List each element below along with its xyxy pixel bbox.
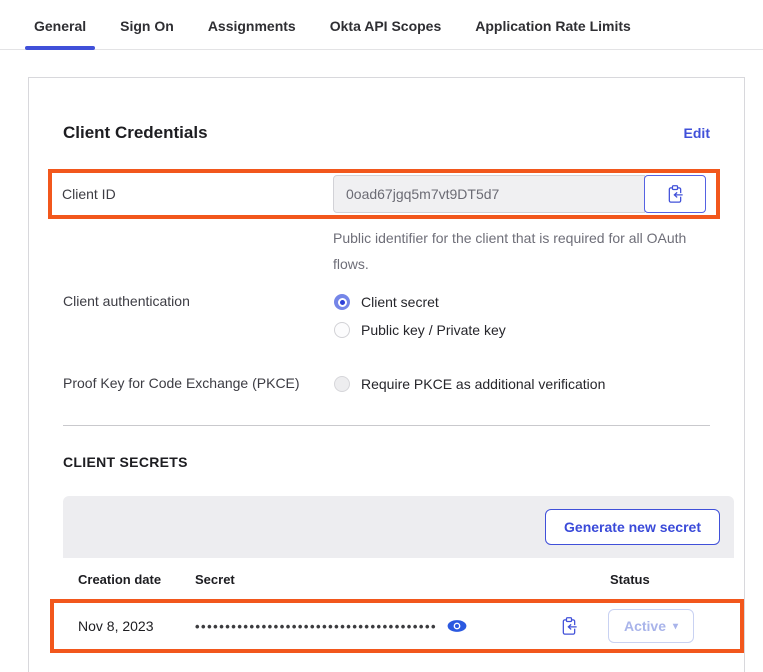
client-id-input[interactable] — [333, 175, 645, 213]
column-header-creation-date: Creation date — [78, 572, 162, 587]
section-divider — [63, 425, 710, 426]
reveal-secret-button[interactable] — [447, 619, 467, 633]
masked-secret-value: •••••••••••••••••••••••••••••••••••••••• — [195, 618, 438, 634]
tab-sign-on[interactable]: Sign On — [120, 18, 174, 49]
secrets-table-header: Creation date Secret Status — [63, 558, 734, 599]
secret-creation-date: Nov 8, 2023 — [78, 618, 154, 634]
chevron-down-icon: ▾ — [673, 620, 679, 632]
pkce-option-label: Require PKCE as additional verification — [361, 376, 606, 392]
client-authentication-options: Client secret Public key / Private key — [334, 291, 506, 347]
app-tab-bar: General Sign On Assignments Okta API Sco… — [0, 0, 763, 50]
radio-selected-icon[interactable] — [334, 294, 350, 310]
tab-assignments[interactable]: Assignments — [208, 18, 296, 49]
radio-option-label: Public key / Private key — [361, 322, 506, 338]
copy-client-id-button[interactable] — [644, 175, 706, 213]
pkce-row: Proof Key for Code Exchange (PKCE) Requi… — [63, 373, 710, 401]
column-header-secret: Secret — [195, 572, 235, 587]
secrets-table-toolbar: Generate new secret — [63, 496, 734, 558]
tab-application-rate-limits[interactable]: Application Rate Limits — [475, 18, 631, 49]
radio-unselected-icon[interactable] — [334, 322, 350, 338]
radio-option-label: Client secret — [361, 294, 439, 310]
generate-new-secret-button[interactable]: Generate new secret — [545, 509, 720, 545]
client-id-help-text: Public identifier for the client that is… — [333, 230, 687, 272]
client-authentication-row: Client authentication Client secret Publ… — [63, 291, 710, 347]
eye-icon — [447, 619, 467, 633]
copy-secret-button[interactable] — [560, 616, 578, 636]
clipboard-copy-icon — [666, 184, 684, 204]
client-credentials-card: Client Credentials Edit Client ID Public… — [28, 77, 745, 672]
card-header: Client Credentials Edit — [63, 123, 710, 143]
client-authentication-label: Client authentication — [63, 293, 190, 309]
tab-general[interactable]: General — [24, 18, 96, 50]
secret-status-cell: Active ▾ — [608, 609, 732, 643]
client-secrets-title: CLIENT SECRETS — [63, 454, 188, 470]
secret-table-row: Nov 8, 2023 ••••••••••••••••••••••••••••… — [50, 599, 744, 653]
pkce-label: Proof Key for Code Exchange (PKCE) — [63, 375, 300, 391]
client-id-highlight-box: Client ID — [48, 169, 720, 219]
client-id-label: Client ID — [62, 186, 116, 202]
checkbox-unchecked-icon[interactable] — [334, 376, 350, 392]
client-secrets-section: CLIENT SECRETS Generate new secret Creat… — [50, 454, 744, 653]
edit-link[interactable]: Edit — [684, 125, 710, 141]
pkce-option[interactable]: Require PKCE as additional verification — [334, 373, 605, 395]
card-title: Client Credentials — [63, 123, 208, 142]
status-dropdown-button[interactable]: Active ▾ — [608, 609, 694, 643]
clipboard-copy-icon — [560, 616, 578, 636]
status-label: Active — [623, 618, 666, 634]
tab-okta-api-scopes[interactable]: Okta API Scopes — [330, 18, 442, 49]
secret-value-cell: •••••••••••••••••••••••••••••••••••••••• — [195, 619, 554, 634]
client-id-help-row: Public identifier for the client that is… — [63, 225, 710, 277]
radio-option-client-secret[interactable]: Client secret — [334, 291, 506, 313]
radio-option-public-private-key[interactable]: Public key / Private key — [334, 319, 506, 341]
column-header-status: Status — [610, 572, 650, 587]
client-id-input-group — [333, 175, 706, 213]
